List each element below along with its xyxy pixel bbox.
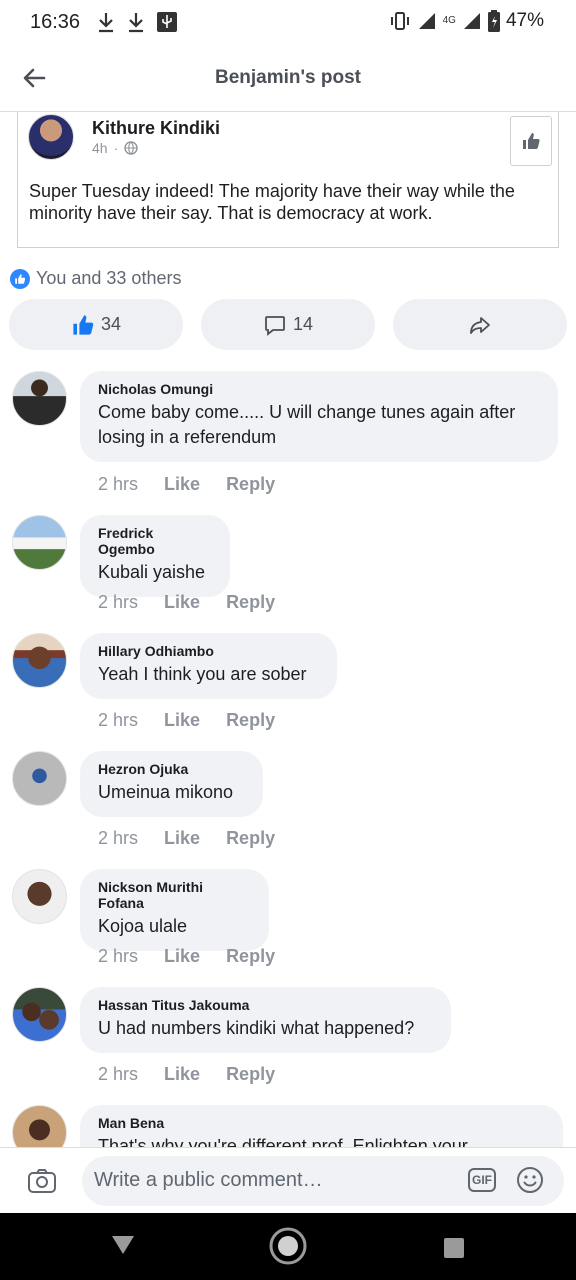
share-button[interactable] bbox=[393, 299, 567, 350]
vibrate-icon bbox=[390, 12, 409, 30]
recents-square-icon[interactable] bbox=[443, 1237, 465, 1259]
comment-reply-link[interactable]: Reply bbox=[226, 710, 275, 731]
comment-like-link[interactable]: Like bbox=[164, 1064, 200, 1085]
comment-text: Kubali yaishe bbox=[98, 562, 206, 582]
comment-text: That's why you're different prof. Enligh… bbox=[98, 1136, 468, 1147]
comment-text: Yeah I think you are sober bbox=[98, 664, 307, 684]
status-system-icons: 4G 47% bbox=[389, 10, 544, 32]
status-notification-icons bbox=[96, 10, 178, 34]
comment-reply-link[interactable]: Reply bbox=[226, 1064, 275, 1085]
comment-actions: 2 hrs Like Reply bbox=[98, 1064, 275, 1085]
signal-icon bbox=[463, 13, 480, 29]
gif-icon[interactable]: GIF bbox=[468, 1168, 496, 1192]
comment-icon bbox=[265, 315, 285, 336]
comment-text: Come baby come..... U will change tunes … bbox=[98, 402, 516, 447]
download-icon bbox=[99, 13, 113, 33]
comment-bubble[interactable]: Man Bena That's why you're different pro… bbox=[80, 1105, 563, 1147]
reaction-summary-text: You and 33 others bbox=[36, 268, 182, 288]
thumbs-up-icon bbox=[523, 133, 540, 149]
page-like-button[interactable] bbox=[510, 116, 552, 166]
status-bar: 16:36 4G 47% bbox=[0, 0, 576, 46]
comment-actions: 2 hrs Like Reply bbox=[98, 474, 275, 495]
commenter-avatar[interactable] bbox=[12, 869, 67, 924]
app-header: Benjamin's post bbox=[0, 46, 576, 112]
comment-bubble[interactable]: Hillary Odhiambo Yeah I think you are so… bbox=[80, 633, 337, 699]
commenter-avatar[interactable] bbox=[12, 987, 67, 1042]
commenter-name[interactable]: Nicholas Omungi bbox=[98, 381, 540, 397]
download-icon bbox=[129, 13, 143, 33]
comment-reply-link[interactable]: Reply bbox=[226, 474, 275, 495]
comment-composer: Write a public comment… GIF bbox=[0, 1147, 576, 1213]
comment-time[interactable]: 2 hrs bbox=[98, 474, 138, 495]
comment-actions: 2 hrs Like Reply bbox=[98, 592, 275, 613]
like-reaction-icon bbox=[10, 268, 30, 289]
author-avatar[interactable] bbox=[28, 114, 74, 160]
home-circle-icon[interactable] bbox=[267, 1225, 309, 1267]
system-nav-bar bbox=[0, 1213, 576, 1280]
commenter-avatar[interactable] bbox=[12, 1105, 67, 1147]
comment-like-link[interactable]: Like bbox=[164, 828, 200, 849]
post-text: Super Tuesday indeed! The majority have … bbox=[29, 181, 515, 223]
comment-actions: 2 hrs Like Reply bbox=[98, 710, 275, 731]
comment-like-link[interactable]: Like bbox=[164, 592, 200, 613]
back-triangle-icon[interactable] bbox=[110, 1233, 136, 1257]
comment-text: Umeinua mikono bbox=[98, 782, 234, 802]
meta-separator: · bbox=[113, 140, 119, 156]
signal-icon bbox=[418, 13, 435, 29]
comment-reply-link[interactable]: Reply bbox=[226, 592, 275, 613]
comment-text: Kojoa ulale bbox=[98, 916, 188, 936]
commenter-avatar[interactable] bbox=[12, 515, 67, 570]
comment-bubble[interactable]: Nickson Murithi Fofana Kojoa ulale bbox=[80, 869, 269, 951]
comment-bubble[interactable]: Fredrick Ogembo Kubali yaishe bbox=[80, 515, 230, 597]
globe-icon bbox=[124, 141, 138, 155]
commenter-name[interactable]: Nickson Murithi Fofana bbox=[98, 879, 251, 911]
page-title: Benjamin's post bbox=[215, 67, 361, 88]
share-icon bbox=[470, 316, 490, 334]
like-button[interactable]: 34 bbox=[9, 299, 183, 350]
like-count: 34 bbox=[100, 314, 122, 334]
comment-reply-link[interactable]: Reply bbox=[226, 828, 275, 849]
thumbs-up-icon bbox=[73, 314, 94, 335]
comment-time[interactable]: 2 hrs bbox=[98, 592, 138, 613]
battery-percent: 47% bbox=[505, 10, 544, 31]
comment-input-placeholder: Write a public comment… bbox=[94, 1169, 323, 1191]
comment-count: 14 bbox=[292, 314, 314, 334]
commenter-name[interactable]: Man Bena bbox=[98, 1115, 545, 1131]
comment-like-link[interactable]: Like bbox=[164, 946, 200, 967]
commenter-avatar[interactable] bbox=[12, 751, 67, 806]
comment-input[interactable]: Write a public comment… GIF bbox=[82, 1156, 564, 1206]
camera-icon[interactable] bbox=[27, 1166, 57, 1196]
commenter-name[interactable]: Hezron Ojuka bbox=[98, 761, 245, 777]
comment-like-link[interactable]: Like bbox=[164, 474, 200, 495]
shared-post-card[interactable]: Kithure Kindiki 4h · Super Tuesday indee… bbox=[17, 112, 559, 248]
comment-actions: 2 hrs Like Reply bbox=[98, 828, 275, 849]
comment-bubble[interactable]: Hassan Titus Jakouma U had numbers kindi… bbox=[80, 987, 451, 1053]
post-meta: 4h · bbox=[92, 140, 138, 156]
comment-bubble[interactable]: Nicholas Omungi Come baby come..... U wi… bbox=[80, 371, 558, 462]
post-author-name[interactable]: Kithure Kindiki bbox=[92, 118, 220, 139]
comment-like-link[interactable]: Like bbox=[164, 710, 200, 731]
comment-bubble[interactable]: Hezron Ojuka Umeinua mikono bbox=[80, 751, 263, 817]
battery-icon bbox=[487, 10, 500, 32]
commenter-name[interactable]: Fredrick Ogembo bbox=[98, 525, 212, 557]
network-type: 4G bbox=[442, 15, 456, 26]
status-time: 16:36 bbox=[30, 11, 81, 33]
comment-button[interactable]: 14 bbox=[201, 299, 375, 350]
comment-time[interactable]: 2 hrs bbox=[98, 710, 138, 731]
comment-actions: 2 hrs Like Reply bbox=[98, 946, 275, 967]
usb-icon bbox=[157, 12, 177, 32]
comment-reply-link[interactable]: Reply bbox=[226, 946, 275, 967]
commenter-avatar[interactable] bbox=[12, 633, 67, 688]
comment-item: Man Bena That's why you're different pro… bbox=[0, 1105, 576, 1147]
comment-time[interactable]: 2 hrs bbox=[98, 1064, 138, 1085]
commenter-name[interactable]: Hillary Odhiambo bbox=[98, 643, 319, 659]
commenter-avatar[interactable] bbox=[12, 371, 67, 426]
comment-text: U had numbers kindiki what happened? bbox=[98, 1018, 415, 1038]
emoji-icon[interactable] bbox=[516, 1166, 544, 1194]
post-time[interactable]: 4h bbox=[92, 140, 108, 156]
comment-time[interactable]: 2 hrs bbox=[98, 828, 138, 849]
comment-time[interactable]: 2 hrs bbox=[98, 946, 138, 967]
commenter-name[interactable]: Hassan Titus Jakouma bbox=[98, 997, 433, 1013]
reaction-summary[interactable]: You and 33 others bbox=[10, 268, 181, 289]
